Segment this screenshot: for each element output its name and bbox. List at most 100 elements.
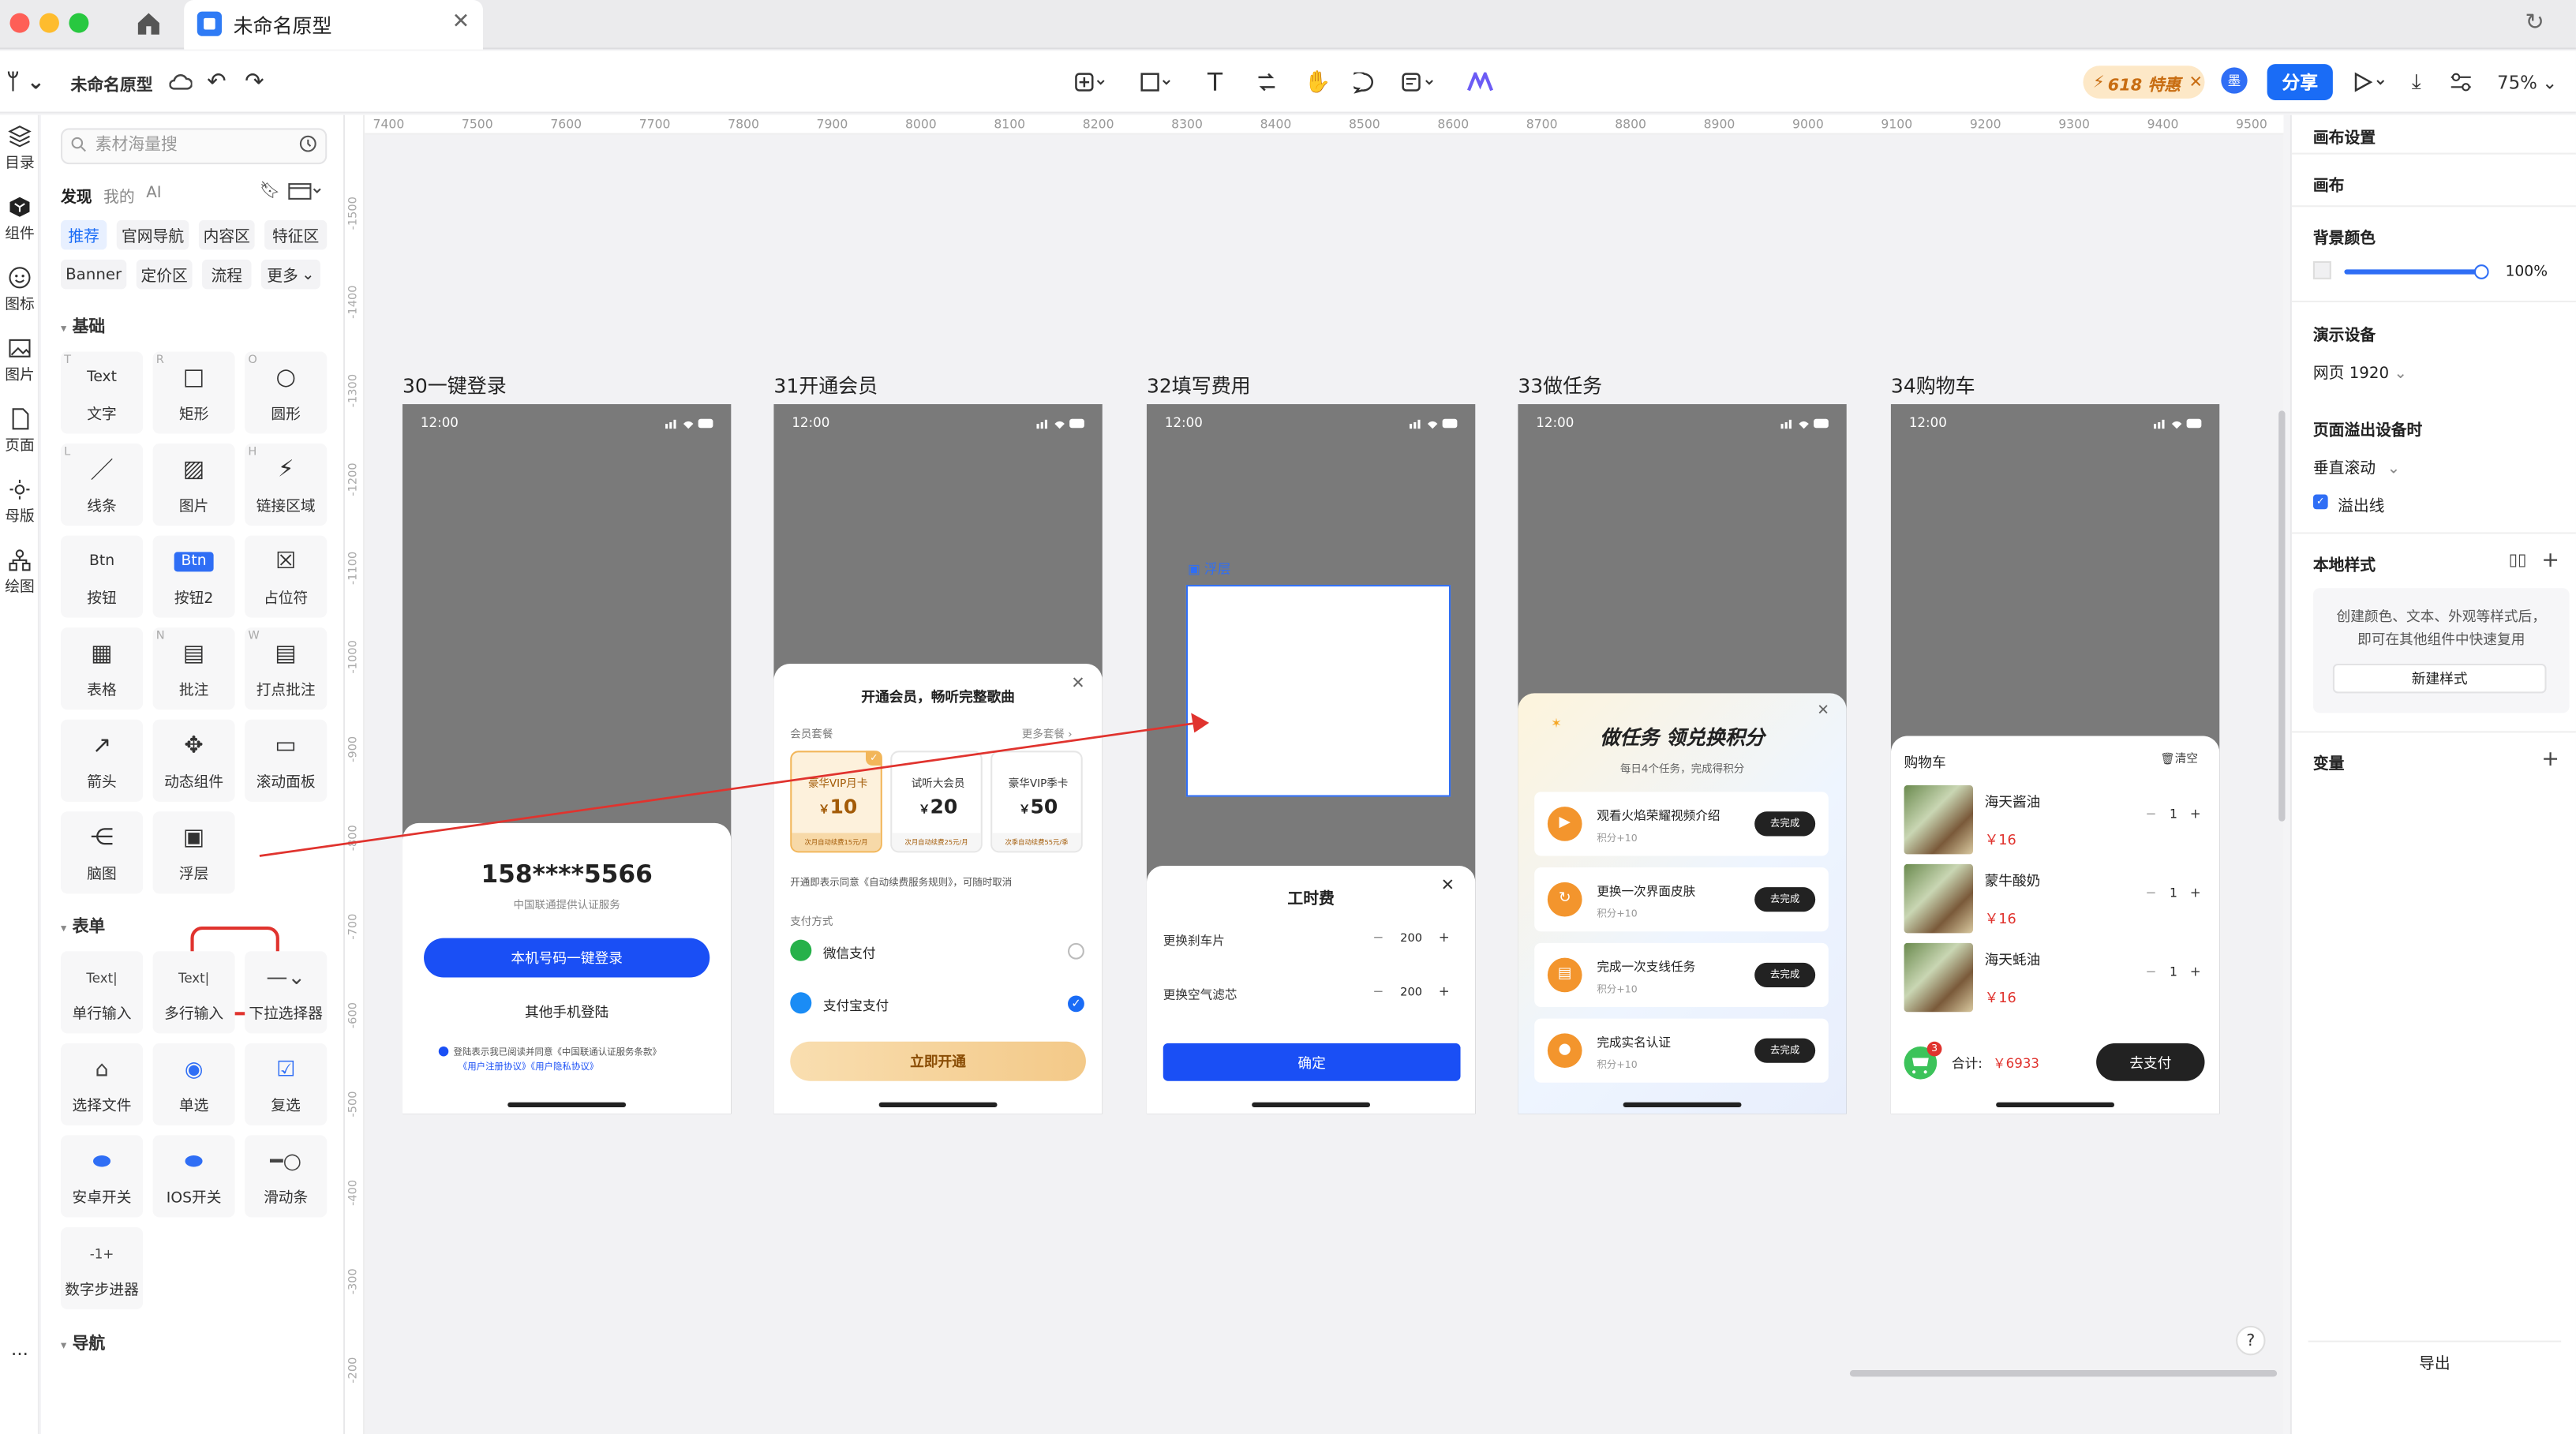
component-tile[interactable]: T Text 文字 [61, 351, 144, 434]
text-tool-icon[interactable]: T [1208, 64, 1222, 100]
chip-more[interactable]: 更多 ⌄ [260, 259, 320, 290]
plan-card[interactable]: 试听大会员 ￥20 次月自动续费25元/月 [890, 751, 983, 853]
add-style-icon[interactable]: + [2541, 549, 2559, 573]
frame-cart[interactable]: 12:00 购物车 🗑︎清空 海天酱油 ￥16−1 + 蒙牛酸奶 ￥16−1 + 海天蚝油 ￥… [1890, 404, 2220, 1114]
document-tab[interactable]: 未命名原型 ✕ [184, 0, 483, 50]
settings-sliders-icon[interactable] [2450, 64, 2473, 100]
new-style-button[interactable]: 新建样式 [2332, 663, 2547, 694]
hand-tool-icon[interactable]: ✋ [1305, 64, 1331, 100]
chip-content[interactable]: 内容区 [198, 219, 255, 250]
rail-item-images[interactable]: 图片 [0, 337, 39, 384]
component-tile[interactable]: Text| 单行输入 [61, 951, 144, 1034]
ai-tool-icon[interactable] [1467, 64, 1494, 100]
component-tile[interactable]: R □ 矩形 [152, 351, 235, 434]
minus-icon[interactable]: − [2146, 964, 2157, 979]
insert-icon[interactable] [1074, 64, 1107, 100]
close-tab-icon[interactable]: ✕ [452, 9, 470, 34]
component-tile[interactable]: ⋲ 脑图 [61, 811, 144, 894]
agreement-text-2[interactable]: 《用户注册协议》《用户隐私协议》 [459, 1060, 598, 1073]
plus-icon[interactable]: + [1436, 930, 1452, 946]
minus-icon[interactable]: − [1370, 984, 1387, 1001]
chip-flow[interactable]: 流程 [202, 259, 252, 290]
component-tile[interactable]: Text| 多行输入 [152, 951, 235, 1034]
task-go-button[interactable]: 去完成 [1754, 811, 1816, 837]
rail-item-masters[interactable]: 母版 [0, 478, 39, 526]
minus-icon[interactable]: − [1370, 930, 1387, 946]
add-variable-icon[interactable]: + [2541, 747, 2559, 772]
frame-membership[interactable]: 12:00 开通会员，畅听完整歌曲 ✕ 会员套餐 更多套餐 › 豪华VIP月卡 ￥… [773, 404, 1103, 1114]
minus-icon[interactable]: − [2146, 885, 2157, 900]
maximize-window-icon[interactable] [69, 13, 89, 33]
confirm-button[interactable]: 确定 [1163, 1043, 1461, 1081]
task-go-button[interactable]: 去完成 [1754, 1038, 1816, 1063]
section-form[interactable]: ▾ 表单 [61, 912, 105, 937]
help-button[interactable]: ? [2236, 1325, 2266, 1356]
book-icon[interactable]: ▯▯ [2509, 552, 2527, 570]
tab-mine[interactable]: 我的 [103, 184, 135, 207]
zoom-select[interactable]: 75% ⌄ [2497, 64, 2557, 100]
rail-item-drawing[interactable]: 绘图 [0, 549, 39, 597]
chip-feature[interactable]: 特征区 [264, 219, 328, 250]
rail-item-components[interactable]: 组件 [0, 196, 39, 243]
open-membership-button[interactable]: 立即开通 [790, 1041, 1086, 1081]
connector-tool-icon[interactable] [1256, 64, 1276, 100]
chip-site-nav[interactable]: 官网导航 [116, 219, 189, 250]
component-tile[interactable]: ▭ 滚动面板 [245, 719, 328, 802]
chip-pricing[interactable]: 定价区 [136, 259, 193, 290]
promo-badge[interactable]: ⚡ 618 特惠 ✕ [2083, 66, 2205, 99]
floating-layer-box[interactable] [1185, 585, 1451, 797]
component-tile[interactable]: ↗ 箭头 [61, 719, 144, 802]
frame-label-login[interactable]: 30一键登录 [402, 371, 507, 399]
plus-icon[interactable]: + [2190, 964, 2201, 979]
download-icon[interactable]: ⤓ [2412, 64, 2421, 100]
undo-icon[interactable]: ↶ [207, 64, 226, 100]
plan-card[interactable]: 豪华VIP月卡 ￥10 次月自动续费15元/月 ✓ [790, 751, 882, 853]
frame-label-fees[interactable]: 32填写费用 [1147, 371, 1251, 399]
close-icon[interactable]: ✕ [1071, 676, 1084, 694]
task-go-button[interactable]: 去完成 [1754, 962, 1816, 988]
wechat-radio[interactable] [1068, 942, 1084, 960]
tab-ai[interactable]: AI [146, 184, 161, 202]
frame-label-membership[interactable]: 31开通会员 [773, 371, 878, 399]
reload-icon[interactable]: ↻ [2525, 9, 2544, 36]
component-tile[interactable]: ⌂ 选择文件 [61, 1043, 144, 1125]
component-tile[interactable]: ⬬ IOS开关 [152, 1135, 235, 1218]
close-window-icon[interactable] [9, 13, 30, 33]
opacity-slider[interactable] [2344, 269, 2483, 275]
view-toggle-icon[interactable] [287, 182, 324, 200]
bg-color-swatch[interactable] [2312, 260, 2331, 279]
component-tile[interactable]: ━○ 滑动条 [245, 1135, 328, 1218]
section-nav[interactable]: ▾ 导航 [61, 1329, 105, 1354]
component-tile[interactable]: N ▤ 批注 [152, 627, 235, 710]
overflow-select[interactable]: 垂直滚动 ⌄ [2313, 455, 2400, 478]
chip-banner[interactable]: Banner [61, 259, 127, 290]
close-icon[interactable]: ✕ [1441, 878, 1455, 896]
tab-discover[interactable]: 发现 [61, 184, 92, 207]
component-tile[interactable]: ▨ 图片 [152, 444, 235, 526]
history-icon[interactable] [299, 135, 317, 153]
component-tile[interactable]: ◉ 单选 [152, 1043, 235, 1125]
frame-tool-icon[interactable] [1140, 64, 1174, 100]
share-button[interactable]: 分享 [2267, 64, 2333, 100]
bookmark-icon[interactable]: 🔖︎ [260, 182, 280, 200]
comment-tool-icon[interactable] [1354, 64, 1375, 100]
horizontal-scrollbar[interactable] [1849, 1370, 2278, 1377]
clear-cart-button[interactable]: 🗑︎清空 [2160, 751, 2198, 767]
component-tile[interactable]: —⌄ 下拉选择器 [245, 951, 328, 1034]
cloud-sync-icon[interactable] [169, 64, 193, 100]
export-button[interactable]: 导出 [2308, 1340, 2562, 1380]
search-input[interactable]: 素材海量搜 [61, 128, 328, 165]
component-tile[interactable]: ☑ 复选 [245, 1043, 328, 1125]
redo-icon[interactable]: ↷ [245, 64, 264, 100]
device-select[interactable]: 网页 1920 ⌄ [2313, 360, 2407, 383]
minus-icon[interactable]: − [2146, 807, 2157, 822]
more-packages-link[interactable]: 更多套餐 › [1022, 724, 1073, 741]
layer-tag[interactable]: ▣ 浮层 [1188, 560, 1230, 578]
overflow-line-checkbox[interactable]: ✓ [2312, 494, 2328, 510]
agree-checkbox[interactable] [438, 1046, 449, 1057]
component-tile[interactable]: Btn 按钮 [61, 535, 144, 618]
close-icon[interactable]: ✕ [1817, 703, 1829, 720]
plus-icon[interactable]: + [1436, 984, 1452, 1001]
rail-item-catalog[interactable]: 目录 [0, 125, 39, 173]
component-tile[interactable]: ☒ 占位符 [245, 535, 328, 618]
